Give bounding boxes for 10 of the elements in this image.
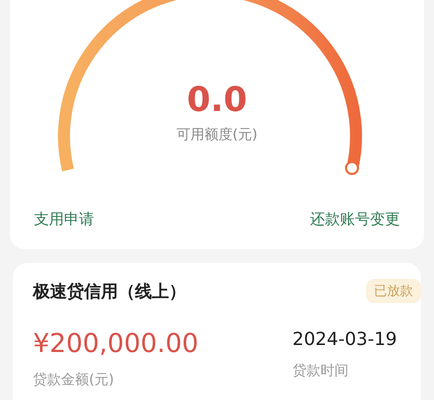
loan-amount: ¥200,000.00 xyxy=(33,329,198,359)
status-tag: 已放款 xyxy=(366,279,421,303)
action-link[interactable]: 还款账号变更 xyxy=(310,208,400,231)
date-label: 贷款时间 xyxy=(292,362,350,380)
amount-label: 贷款金额(元) xyxy=(33,371,115,389)
action-link[interactable]: 支用申请 xyxy=(34,208,94,231)
loan-date: 2024-03-19 xyxy=(292,329,397,350)
available-label: 可用额度(元) xyxy=(176,126,258,144)
loan-title: 极速贷信用（线上） xyxy=(33,280,186,302)
available-amount: 0.0 xyxy=(186,80,248,120)
